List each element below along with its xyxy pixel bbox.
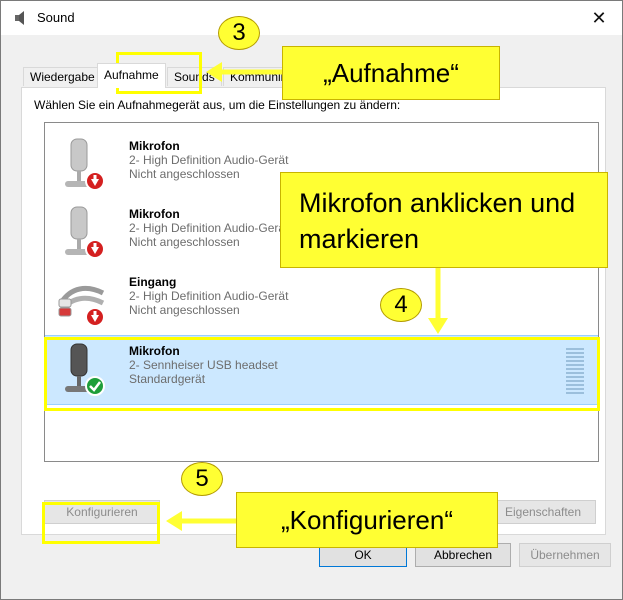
device-name: Mikrofon — [129, 207, 180, 221]
callout-aufnahme: „Aufnahme“ — [282, 46, 500, 100]
device-status: Nicht angeschlossen — [129, 235, 240, 249]
device-description: 2- High Definition Audio-Gerät — [129, 153, 289, 167]
tab-panel: Wählen Sie ein Aufnahmegerät aus, um die… — [21, 87, 606, 535]
audio-cable-icon — [58, 285, 105, 327]
highlight-selected-device — [44, 337, 600, 411]
properties-button[interactable]: Eigenschaften — [490, 500, 596, 524]
title-bar: Sound ✕ — [1, 1, 622, 35]
device-description: 2- High Definition Audio-Gerät — [129, 221, 289, 235]
device-status: Nicht angeschlossen — [129, 167, 240, 181]
tab-wiedergabe[interactable]: Wiedergabe — [23, 67, 102, 86]
device-status: Nicht angeschlossen — [129, 303, 240, 317]
callout-configure: „Konfigurieren“ — [236, 492, 498, 548]
speaker-icon — [15, 11, 24, 25]
window-title: Sound — [37, 10, 75, 25]
microphone-icon — [65, 138, 105, 191]
list-item[interactable]: Eingang 2- High Definition Audio-Gerät N… — [45, 267, 598, 335]
microphone-icon — [65, 206, 105, 259]
instruction-text: Wählen Sie ein Aufnahmegerät aus, um die… — [34, 98, 401, 112]
close-button[interactable]: ✕ — [576, 1, 622, 35]
close-icon: ✕ — [591, 7, 607, 28]
apply-button[interactable]: Übernehmen — [519, 543, 611, 567]
device-description: 2- High Definition Audio-Gerät — [129, 289, 289, 303]
step-badge-5: 5 — [181, 462, 223, 496]
tab-aufnahme[interactable]: Aufnahme — [97, 63, 166, 88]
callout-select-microphone: Mikrofon anklicken und markieren — [280, 172, 608, 268]
device-name: Eingang — [129, 275, 177, 289]
device-name: Mikrofon — [129, 139, 180, 153]
highlight-configure-button — [42, 502, 160, 544]
step-badge-3: 3 — [218, 16, 260, 50]
step-badge-4: 4 — [380, 288, 422, 322]
